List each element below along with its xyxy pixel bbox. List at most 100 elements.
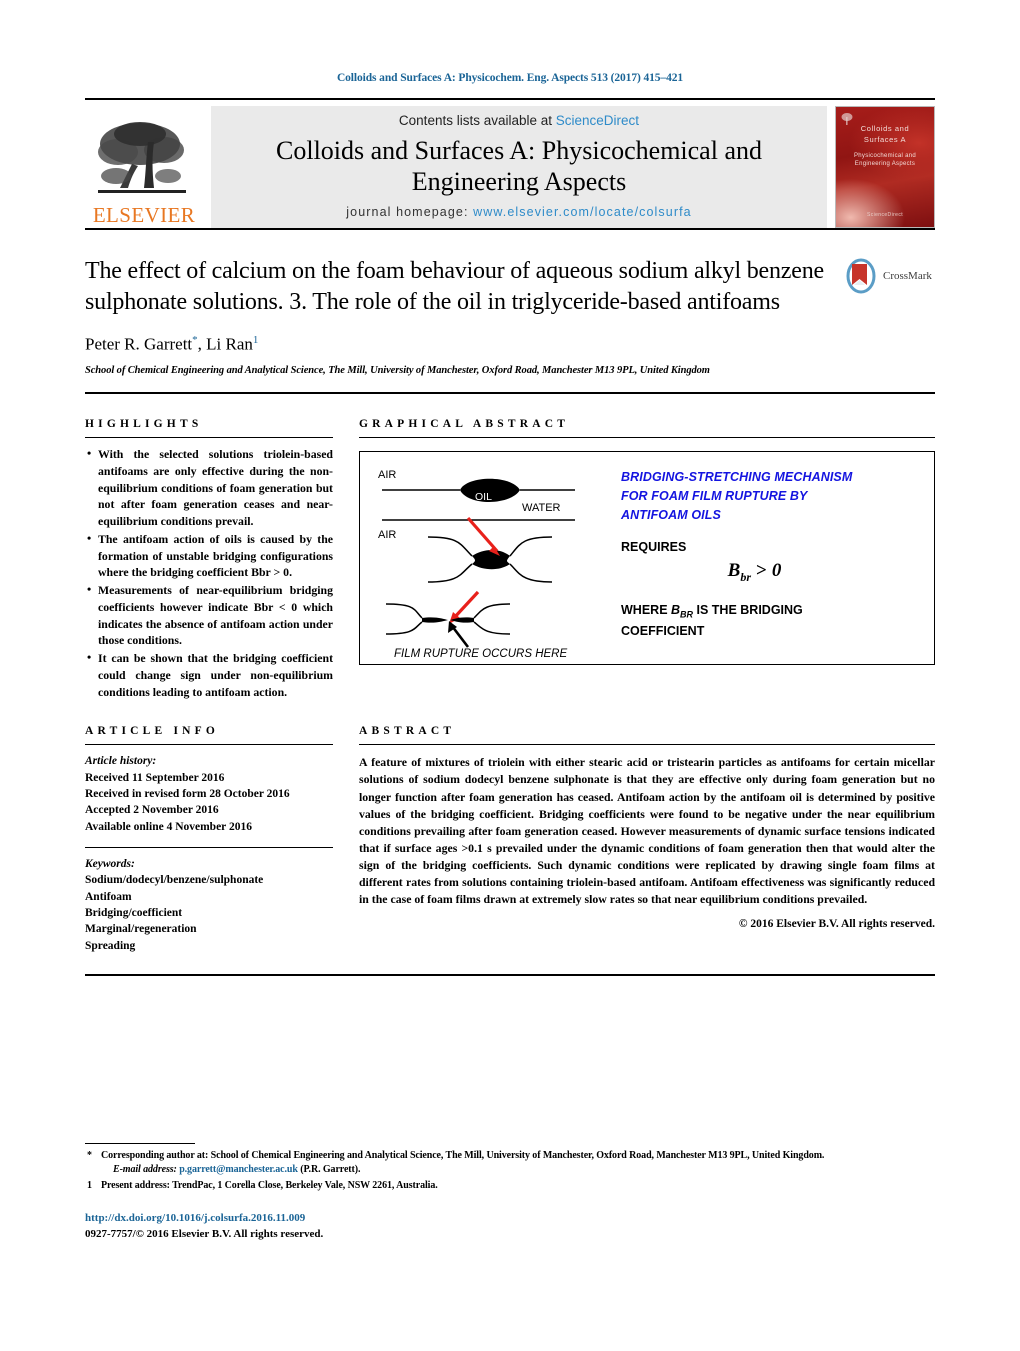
article-info-and-abstract-row: ARTICLE INFO Article history: Received 1… bbox=[85, 701, 935, 954]
masthead-bottom-rule bbox=[85, 228, 935, 230]
keyword-item: Spreading bbox=[85, 939, 136, 952]
author-separator: , Li Ran bbox=[197, 335, 253, 355]
highlights-heading: HIGHLIGHTS bbox=[85, 418, 203, 431]
highlights-column: HIGHLIGHTS With the selected solutions t… bbox=[85, 394, 333, 701]
history-item: Received 11 September 2016 bbox=[85, 771, 225, 784]
article-history: Article history: Received 11 September 2… bbox=[85, 753, 333, 835]
article-info-rule bbox=[85, 744, 333, 746]
keyword-item: Sodium/dodecyl/benzene/sulphonate bbox=[85, 874, 264, 887]
corresponding-footnote-text: Corresponding author at: School of Chemi… bbox=[101, 1150, 825, 1161]
present-address-footnote: 1 Present address: TrendPac, 1 Corella C… bbox=[85, 1179, 965, 1193]
graphical-abstract-figure: AIR OIL WATER AIR FILM RUPTURE OCCURS HE… bbox=[359, 451, 935, 666]
where-line2: COEFFICIENT bbox=[621, 623, 705, 638]
ga-requires-label: REQUIRES bbox=[621, 540, 687, 555]
article-info-column: ARTICLE INFO Article history: Received 1… bbox=[85, 701, 333, 954]
history-item: Received in revised form 28 October 2016 bbox=[85, 788, 290, 800]
keywords-label: Keywords: bbox=[85, 857, 135, 870]
article-title: The effect of calcium on the foam behavi… bbox=[85, 258, 824, 315]
svg-text:AIR: AIR bbox=[378, 529, 396, 541]
email-footnote: E-mail address: p.garrett@manchester.ac.… bbox=[85, 1163, 965, 1177]
footer-doi-block: http://dx.doi.org/10.1016/j.colsurfa.201… bbox=[85, 1211, 323, 1243]
journal-homepage-line: journal homepage: www.elsevier.com/locat… bbox=[346, 205, 691, 219]
corresponding-footnote-mark: * bbox=[87, 1150, 92, 1161]
paper-page: Colloids and Surfaces A: Physicochem. En… bbox=[0, 0, 1020, 1351]
abstract-column: ABSTRACT A feature of mixtures of triole… bbox=[359, 701, 935, 954]
list-item: Measurements of near-equilibrium bridgin… bbox=[85, 581, 333, 649]
list-item: With the selected solutions triolein-bas… bbox=[85, 445, 333, 530]
abstract-body: A feature of mixtures of triolein with e… bbox=[359, 755, 935, 907]
journal-title: Colloids and Surfaces A: Physicochemical… bbox=[276, 136, 762, 197]
keywords-separator-rule bbox=[85, 846, 333, 848]
cover-line3: Physicochemical and bbox=[853, 152, 917, 159]
sciencedirect-link[interactable]: ScienceDirect bbox=[556, 113, 639, 128]
graphical-abstract-diagram: AIR OIL WATER AIR FILM RUPTURE OCCURS HE… bbox=[360, 452, 615, 664]
title-block: The effect of calcium on the foam behavi… bbox=[85, 256, 935, 376]
svg-text:WATER: WATER bbox=[522, 502, 561, 514]
formula-symbol: B bbox=[727, 560, 741, 582]
keywords-block: Keywords: Sodium/dodecyl/benzene/sulphon… bbox=[85, 856, 333, 954]
present-address-mark: 1 bbox=[87, 1180, 92, 1192]
article-info-heading: ARTICLE INFO bbox=[85, 725, 220, 738]
cover-line2: Surfaces A bbox=[863, 134, 907, 144]
homepage-prefix: journal homepage: bbox=[346, 205, 469, 220]
email-link[interactable]: p.garrett@manchester.ac.uk bbox=[179, 1164, 298, 1175]
crossmark-badge[interactable]: CrossMark bbox=[843, 258, 935, 294]
list-item: It can be shown that the bridging coeffi… bbox=[85, 649, 333, 700]
email-owner: (P.R. Garrett). bbox=[300, 1164, 361, 1176]
affiliation: School of Chemical Engineering and Analy… bbox=[85, 365, 710, 377]
graphical-abstract-text: BRIDGING-STRETCHING MECHANISM FOR FOAM F… bbox=[615, 452, 934, 664]
author-list: Peter R. Garrett*, Li Ran1 bbox=[85, 334, 935, 355]
author-1: Peter R. Garrett bbox=[85, 335, 193, 355]
highlights-rule bbox=[85, 437, 333, 439]
formula-value: 0 bbox=[771, 560, 782, 582]
corresponding-author-footnote: * Corresponding author at: School of Che… bbox=[85, 1149, 965, 1163]
ga-title-line3: ANTIFOAM OILS bbox=[621, 507, 721, 522]
graphical-abstract-title: BRIDGING-STRETCHING MECHANISM FOR FOAM F… bbox=[621, 468, 924, 524]
elsevier-tree-icon bbox=[98, 122, 186, 193]
footnotes-block: * Corresponding author at: School of Che… bbox=[85, 1143, 965, 1194]
abstract-heading: ABSTRACT bbox=[359, 725, 456, 738]
journal-title-line1: Colloids and Surfaces A: Physicochemical… bbox=[276, 135, 762, 165]
highlights-list: With the selected solutions triolein-bas… bbox=[85, 445, 333, 700]
journal-cover-thumbnail: Colloids and Surfaces A Physicochemical … bbox=[835, 106, 935, 228]
ga-formula: Bbr >0 bbox=[621, 560, 924, 585]
author-2-footnote-mark[interactable]: 1 bbox=[253, 334, 259, 346]
ga-title-line1: BRIDGING-STRETCHING MECHANISM bbox=[621, 470, 853, 485]
history-item: Accepted 2 November 2016 bbox=[85, 804, 219, 817]
doi-link[interactable]: http://dx.doi.org/10.1016/j.colsurfa.201… bbox=[85, 1211, 323, 1227]
journal-masthead: ELSEVIER Contents lists available at Sci… bbox=[85, 98, 935, 228]
keyword-item: Bridging/coefficient bbox=[85, 906, 183, 919]
homepage-url-link[interactable]: www.elsevier.com/locate/colsurfa bbox=[473, 205, 692, 219]
formula-relation: > bbox=[756, 560, 767, 582]
journal-title-line2: Engineering Aspects bbox=[411, 166, 627, 196]
email-address-label: E-mail address: bbox=[113, 1164, 177, 1176]
where-prefix: WHERE bbox=[621, 603, 671, 618]
highlights-and-graphical-abstract-row: HIGHLIGHTS With the selected solutions t… bbox=[85, 394, 935, 701]
history-item: Available online 4 November 2016 bbox=[85, 820, 252, 833]
abstract-copyright: © 2016 Elsevier B.V. All rights reserved… bbox=[738, 918, 935, 931]
graphical-abstract-heading: GRAPHICAL ABSTRACT bbox=[359, 418, 570, 431]
cover-line1: Colloids and bbox=[860, 124, 910, 133]
cover-footer: ScienceDirect bbox=[866, 212, 904, 218]
abstract-rule bbox=[359, 744, 935, 746]
elsevier-logo: ELSEVIER bbox=[85, 106, 203, 228]
crossmark-label: CrossMark bbox=[883, 270, 932, 282]
ga-where-text: WHERE BBR IS THE BRIDGING COEFFICIENT bbox=[621, 601, 924, 640]
svg-text:OIL: OIL bbox=[475, 491, 492, 503]
crossmark-icon bbox=[846, 258, 876, 294]
graphical-abstract-rule bbox=[359, 437, 935, 439]
diagram-caption: FILM RUPTURE OCCURS HERE bbox=[394, 648, 567, 660]
cover-line4: Engineering Aspects bbox=[854, 161, 916, 168]
keyword-item: Marginal/regeneration bbox=[85, 923, 197, 936]
cover-text: Colloids and Surfaces A Physicochemical … bbox=[836, 124, 934, 169]
ga-title-line2: FOR FOAM FILM RUPTURE BY bbox=[621, 488, 808, 503]
contents-prefix: Contents lists available at bbox=[398, 112, 553, 128]
contents-available-line: Contents lists available at ScienceDirec… bbox=[399, 113, 639, 128]
graphical-abstract-column: GRAPHICAL ABSTRACT AIR OIL WATER AIR FIL… bbox=[359, 394, 935, 701]
elsevier-wordmark: ELSEVIER bbox=[92, 203, 196, 227]
svg-text:AIR: AIR bbox=[378, 469, 396, 481]
bridging-stretching-diagram-svg: AIR OIL WATER AIR FILM RUPTURE OCCURS HE… bbox=[378, 469, 575, 660]
formula-subscript: br bbox=[740, 570, 752, 585]
issn-copyright-line: 0927-7757/© 2016 Elsevier B.V. All right… bbox=[85, 1227, 324, 1240]
footnote-separator-rule bbox=[85, 1143, 195, 1144]
